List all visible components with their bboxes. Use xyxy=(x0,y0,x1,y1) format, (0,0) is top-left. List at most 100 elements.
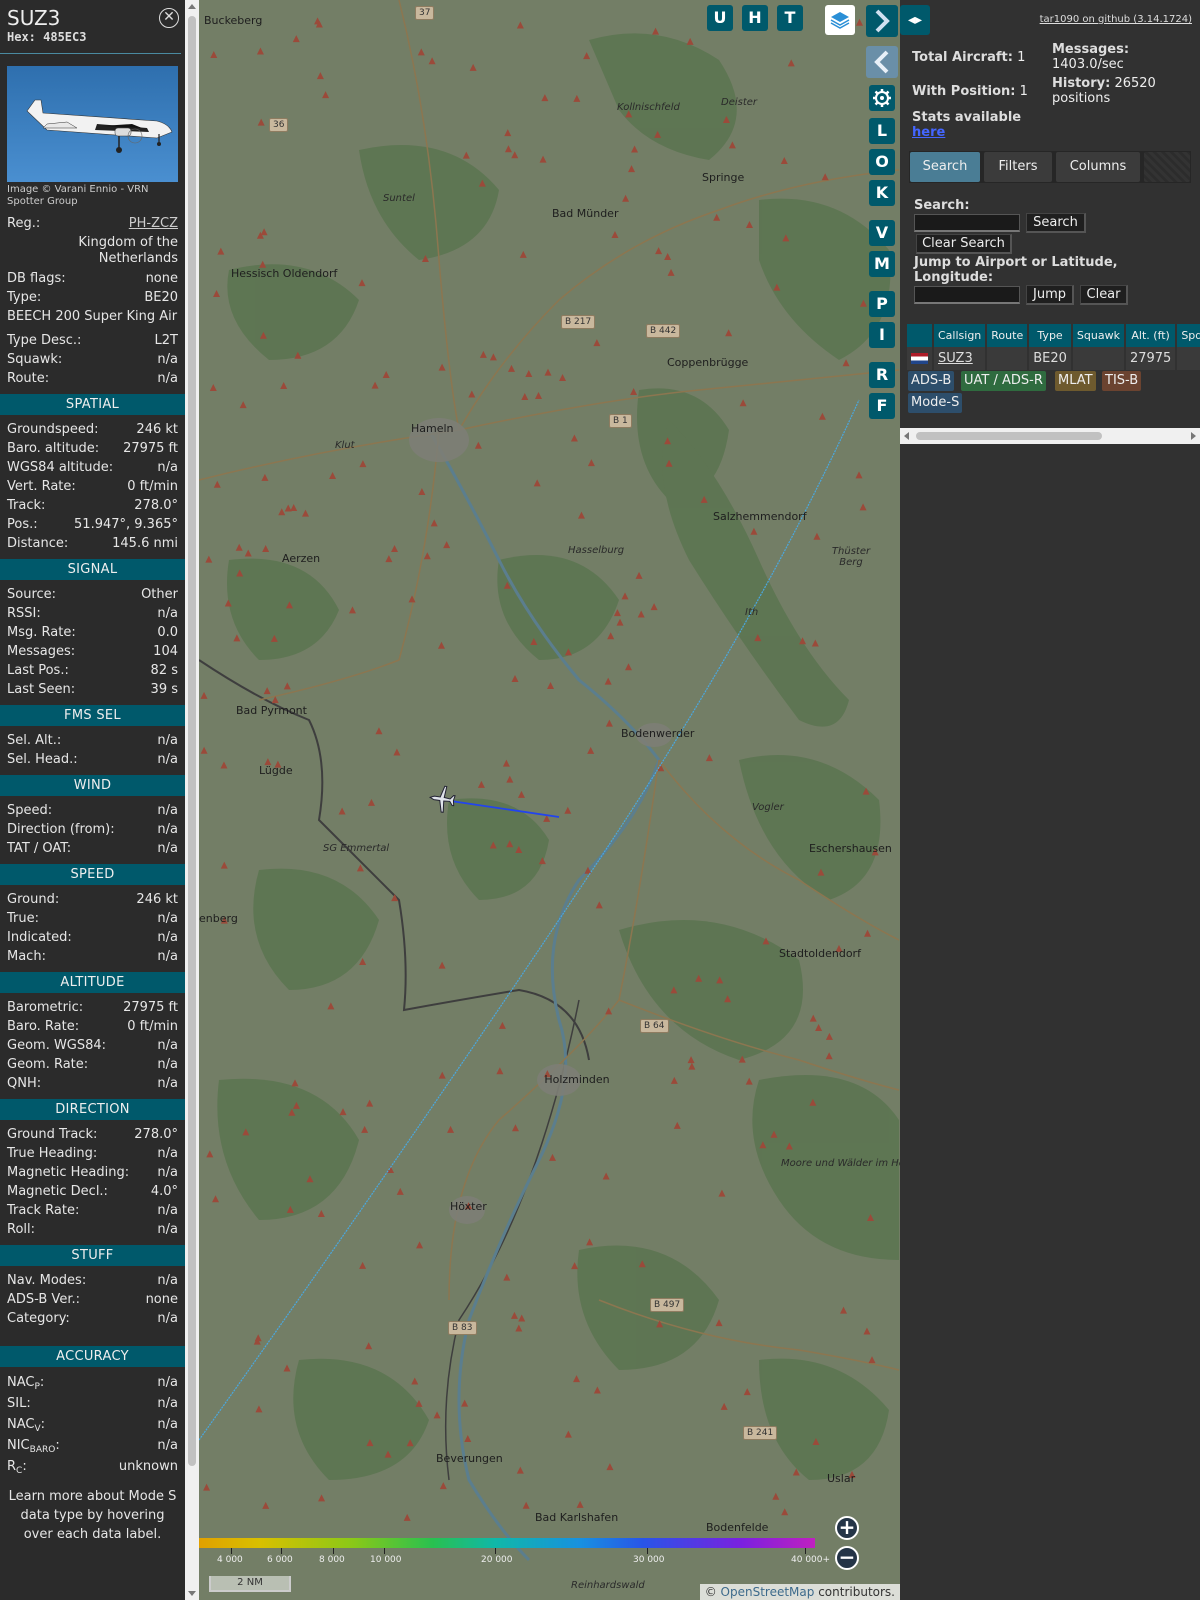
info-label[interactable]: Vert. Rate: xyxy=(7,477,76,496)
info-label[interactable]: Barometric: xyxy=(7,998,83,1017)
search-button[interactable]: Search xyxy=(1026,213,1086,233)
info-label[interactable]: Ground: xyxy=(7,890,59,909)
place-label: Klut xyxy=(335,440,355,451)
info-label[interactable]: Track Rate: xyxy=(7,1201,79,1220)
gear-icon[interactable] xyxy=(869,85,895,111)
col-altitude[interactable]: Alt. (ft) xyxy=(1124,324,1178,347)
info-label[interactable]: Category: xyxy=(7,1309,70,1328)
aircraft-photo[interactable] xyxy=(7,66,178,182)
col-callsign[interactable]: Callsign xyxy=(933,324,988,347)
aircraft-info-panel: SUZ3 Hex: 485EC3 ✕ Image © Varani Ennio … xyxy=(0,0,185,1600)
scrollbar-thumb[interactable] xyxy=(916,432,1102,440)
close-icon[interactable]: ✕ xyxy=(159,8,179,28)
info-label[interactable]: WGS84 altitude: xyxy=(7,458,113,477)
info-label[interactable]: RC: xyxy=(7,1456,27,1482)
info-panel-scrollbar[interactable] xyxy=(185,0,199,1600)
button-m[interactable]: M xyxy=(869,251,895,277)
info-label[interactable]: Geom. Rate: xyxy=(7,1055,88,1074)
clear-search-button[interactable]: Clear Search xyxy=(916,234,1012,254)
info-value: n/a xyxy=(157,911,178,926)
tab-blank xyxy=(1144,152,1190,182)
info-label[interactable]: Magnetic Heading: xyxy=(7,1163,129,1182)
clear-button[interactable]: Clear xyxy=(1080,285,1128,305)
registration-link[interactable]: PH-ZCZ xyxy=(129,214,178,233)
info-label[interactable]: Pos.: xyxy=(7,515,38,534)
search-input[interactable] xyxy=(914,214,1020,232)
info-row: Mach: n/a xyxy=(0,947,185,966)
button-f[interactable]: F xyxy=(869,393,895,419)
version-link[interactable]: tar1090 on github (3.14.1724) xyxy=(1040,14,1192,25)
info-label[interactable]: Last Pos.: xyxy=(7,661,69,680)
stats-here-link[interactable]: here xyxy=(912,125,945,140)
plus-icon[interactable]: + xyxy=(835,1516,859,1540)
tab-columns[interactable]: Columns xyxy=(1056,152,1140,182)
cell-callsign[interactable]: SUZ3 xyxy=(933,347,988,370)
table-row[interactable]: SUZ3 BE20 27975 xyxy=(907,347,1200,370)
info-label[interactable]: Sel. Alt.: xyxy=(7,731,61,750)
button-p[interactable]: P xyxy=(869,291,895,317)
button-u[interactable]: U xyxy=(707,5,733,31)
scroll-down-arrow-icon[interactable] xyxy=(188,1591,196,1596)
button-t[interactable]: T xyxy=(777,5,803,31)
toggle-sidebar-icon[interactable]: ◂▸ xyxy=(900,5,930,35)
section-header-wind: WIND xyxy=(0,775,185,796)
tab-filters[interactable]: Filters xyxy=(984,152,1052,182)
info-row: Category: n/a xyxy=(0,1309,185,1328)
info-label[interactable]: Baro. altitude: xyxy=(7,439,99,458)
info-label[interactable]: Direction (from): xyxy=(7,820,115,839)
layers-icon[interactable] xyxy=(825,5,855,35)
table-horizontal-scrollbar[interactable] xyxy=(900,428,1200,444)
info-label[interactable]: Indicated: xyxy=(7,928,72,947)
chevron-left-icon[interactable] xyxy=(866,46,898,78)
button-l[interactable]: L xyxy=(869,118,895,144)
info-label[interactable]: Mach: xyxy=(7,947,46,966)
info-label[interactable]: Groundspeed: xyxy=(7,420,98,439)
button-o[interactable]: O xyxy=(869,149,895,175)
info-label[interactable]: Ground Track: xyxy=(7,1125,97,1144)
col-route[interactable]: Route xyxy=(986,324,1030,347)
info-label[interactable]: Messages: xyxy=(7,642,75,661)
info-label[interactable]: ADS-B Ver.: xyxy=(7,1290,80,1309)
map-view[interactable]: Buckeberg Kollnischfeld Deister Springe Sunt… xyxy=(199,0,900,1600)
openstreetmap-link[interactable]: OpenStreetMap xyxy=(721,1585,815,1599)
scroll-right-arrow-icon[interactable] xyxy=(1191,432,1196,440)
info-label[interactable]: Distance: xyxy=(7,534,68,553)
info-label[interactable]: Track: xyxy=(7,496,45,515)
minus-icon[interactable]: − xyxy=(835,1546,859,1570)
col-squawk[interactable]: Squawk xyxy=(1071,324,1126,347)
info-label[interactable]: True: xyxy=(7,909,39,928)
info-label[interactable]: Speed: xyxy=(7,801,52,820)
info-label[interactable]: Roll: xyxy=(7,1220,35,1239)
info-label[interactable]: QNH: xyxy=(7,1074,41,1093)
place-label: Springe xyxy=(702,171,745,184)
info-label[interactable]: Magnetic Decl.: xyxy=(7,1182,108,1201)
scrollbar-thumb[interactable] xyxy=(188,16,196,1466)
button-k[interactable]: K xyxy=(869,180,895,206)
jump-button[interactable]: Jump xyxy=(1026,285,1074,305)
info-label[interactable]: True Heading: xyxy=(7,1144,97,1163)
button-v[interactable]: V xyxy=(869,220,895,246)
jump-input[interactable] xyxy=(914,286,1020,304)
info-label[interactable]: Baro. Rate: xyxy=(7,1017,79,1036)
info-label[interactable]: RSSI: xyxy=(7,604,41,623)
info-label[interactable]: Nav. Modes: xyxy=(7,1271,86,1290)
place-label: Hameln xyxy=(411,422,454,435)
info-label[interactable]: Sel. Head.: xyxy=(7,750,78,769)
col-type[interactable]: Type xyxy=(1028,324,1073,347)
tab-search[interactable]: Search xyxy=(910,152,980,182)
place-label: Stadtoldendorf xyxy=(779,947,861,960)
button-r[interactable]: R xyxy=(869,362,895,388)
info-label[interactable]: Geom. WGS84: xyxy=(7,1036,106,1055)
scroll-up-arrow-icon[interactable] xyxy=(188,4,196,9)
scroll-left-arrow-icon[interactable] xyxy=(904,432,909,440)
info-label[interactable]: Last Seen: xyxy=(7,680,75,699)
info-label[interactable]: TAT / OAT: xyxy=(7,839,71,858)
button-i[interactable]: I xyxy=(869,322,895,348)
col-flag[interactable] xyxy=(907,324,934,347)
info-label[interactable]: Msg. Rate: xyxy=(7,623,76,642)
info-label[interactable]: Source: xyxy=(7,585,56,604)
label-base: NIC xyxy=(7,1438,30,1453)
chevron-right-icon[interactable] xyxy=(866,5,898,37)
col-speed[interactable]: Spd. xyxy=(1176,324,1200,347)
button-h[interactable]: H xyxy=(742,5,768,31)
